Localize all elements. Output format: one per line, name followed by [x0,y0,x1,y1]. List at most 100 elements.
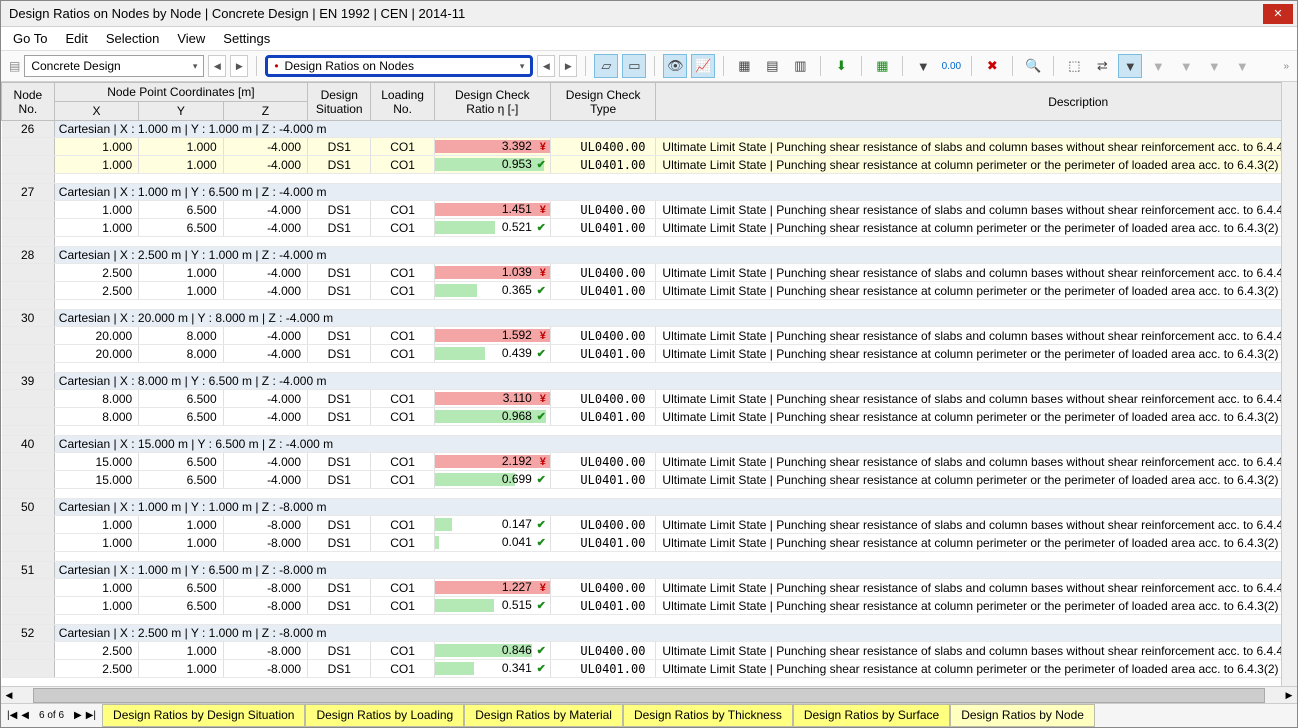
loading-cell[interactable]: CO1 [371,201,434,219]
description-cell[interactable]: Ultimate Limit State | Punching shear re… [656,453,1297,471]
y-cell[interactable]: 8.000 [139,327,223,345]
y-cell[interactable]: 1.000 [139,264,223,282]
menu-selection[interactable]: Selection [106,31,159,46]
decimal-icon[interactable]: 0.00 [939,54,963,78]
y-cell[interactable]: 6.500 [139,579,223,597]
funnel-icon[interactable]: ▼ [911,54,935,78]
z-cell[interactable]: -8.000 [223,660,307,678]
ratio-cell[interactable]: 1.039¥ [434,264,550,282]
next-category-button[interactable]: ▶ [230,55,248,77]
z-cell[interactable]: -4.000 [223,408,307,426]
ratio-cell[interactable]: 1.451¥ [434,201,550,219]
select-icon[interactable]: ▭ [622,54,646,78]
loading-cell[interactable]: CO1 [371,642,434,660]
tool7-icon[interactable]: ▼ [1230,54,1254,78]
menu-goto[interactable]: Go To [13,31,47,46]
ratio-cell[interactable]: 3.392¥ [434,138,550,156]
y-cell[interactable]: 6.500 [139,453,223,471]
grid-icon[interactable]: ▦ [732,54,756,78]
node-cell[interactable] [2,327,55,345]
x-cell[interactable]: 15.000 [54,471,138,489]
node-number[interactable]: 51 [2,562,55,579]
node-cell[interactable] [2,345,55,363]
description-cell[interactable]: Ultimate Limit State | Punching shear re… [656,516,1297,534]
z-cell[interactable]: -4.000 [223,345,307,363]
z-cell[interactable]: -4.000 [223,327,307,345]
tool1-icon[interactable]: ⬚ [1062,54,1086,78]
loading-cell[interactable]: CO1 [371,453,434,471]
ds-cell[interactable]: DS1 [308,282,371,300]
node-cell[interactable] [2,579,55,597]
ratio-cell[interactable]: 0.953✔ [434,156,550,174]
node-cell[interactable] [2,660,55,678]
y-cell[interactable]: 8.000 [139,345,223,363]
x-cell[interactable]: 2.500 [54,264,138,282]
ds-cell[interactable]: DS1 [308,327,371,345]
col-loading[interactable]: Loading No. [371,83,434,121]
calc-icon[interactable]: ▦ [870,54,894,78]
ratio-cell[interactable]: 0.699✔ [434,471,550,489]
loading-cell[interactable]: CO1 [371,579,434,597]
y-cell[interactable]: 1.000 [139,282,223,300]
x-cell[interactable]: 15.000 [54,453,138,471]
check-type-cell[interactable]: UL0401.00 [550,282,656,300]
loading-cell[interactable]: CO1 [371,471,434,489]
node-cell[interactable] [2,201,55,219]
loading-cell[interactable]: CO1 [371,264,434,282]
loading-cell[interactable]: CO1 [371,138,434,156]
node-number[interactable]: 30 [2,310,55,327]
z-cell[interactable]: -4.000 [223,219,307,237]
z-cell[interactable]: -4.000 [223,156,307,174]
loading-cell[interactable]: CO1 [371,219,434,237]
col-desc[interactable]: Description [656,83,1297,121]
loading-cell[interactable]: CO1 [371,516,434,534]
x-cell[interactable]: 8.000 [54,390,138,408]
node-cell[interactable] [2,156,55,174]
y-cell[interactable]: 6.500 [139,408,223,426]
overflow-icon[interactable]: » [1283,61,1289,72]
next-page-button[interactable]: ▶ [74,710,82,721]
z-cell[interactable]: -4.000 [223,264,307,282]
col-type[interactable]: Design Check Type [550,83,656,121]
x-cell[interactable]: 1.000 [54,156,138,174]
description-cell[interactable]: Ultimate Limit State | Punching shear re… [656,579,1297,597]
z-cell[interactable]: -4.000 [223,282,307,300]
ds-cell[interactable]: DS1 [308,642,371,660]
y-cell[interactable]: 1.000 [139,156,223,174]
prev-table-button[interactable]: ◀ [537,55,555,77]
ds-cell[interactable]: DS1 [308,138,371,156]
check-type-cell[interactable]: UL0401.00 [550,219,656,237]
z-cell[interactable]: -4.000 [223,471,307,489]
node-cell[interactable] [2,516,55,534]
check-type-cell[interactable]: UL0400.00 [550,201,656,219]
ratio-cell[interactable]: 0.341✔ [434,660,550,678]
last-page-button[interactable]: ▶| [86,710,96,721]
col-x[interactable]: X [54,102,138,121]
node-cell[interactable] [2,138,55,156]
tab-design-ratios-by-loading[interactable]: Design Ratios by Loading [305,704,464,727]
loading-cell[interactable]: CO1 [371,534,434,552]
description-cell[interactable]: Ultimate Limit State | Punching shear re… [656,597,1297,615]
loading-cell[interactable]: CO1 [371,282,434,300]
tab-design-ratios-by-design-situation[interactable]: Design Ratios by Design Situation [102,704,305,727]
x-cell[interactable]: 1.000 [54,597,138,615]
z-cell[interactable]: -4.000 [223,138,307,156]
check-type-cell[interactable]: UL0400.00 [550,390,656,408]
loading-cell[interactable]: CO1 [371,327,434,345]
col-y[interactable]: Y [139,102,223,121]
description-cell[interactable]: Ultimate Limit State | Punching shear re… [656,156,1297,174]
node-cell[interactable] [2,642,55,660]
description-cell[interactable]: Ultimate Limit State | Punching shear re… [656,264,1297,282]
x-cell[interactable]: 1.000 [54,219,138,237]
ratio-cell[interactable]: 0.515✔ [434,597,550,615]
node-cell[interactable] [2,219,55,237]
z-cell[interactable]: -8.000 [223,579,307,597]
z-cell[interactable]: -8.000 [223,642,307,660]
check-type-cell[interactable]: UL0400.00 [550,453,656,471]
node-number[interactable]: 27 [2,184,55,201]
description-cell[interactable]: Ultimate Limit State | Punching shear re… [656,201,1297,219]
x-cell[interactable]: 2.500 [54,282,138,300]
x-cell[interactable]: 1.000 [54,138,138,156]
loading-cell[interactable]: CO1 [371,597,434,615]
filter-icon[interactable]: ▱ [594,54,618,78]
